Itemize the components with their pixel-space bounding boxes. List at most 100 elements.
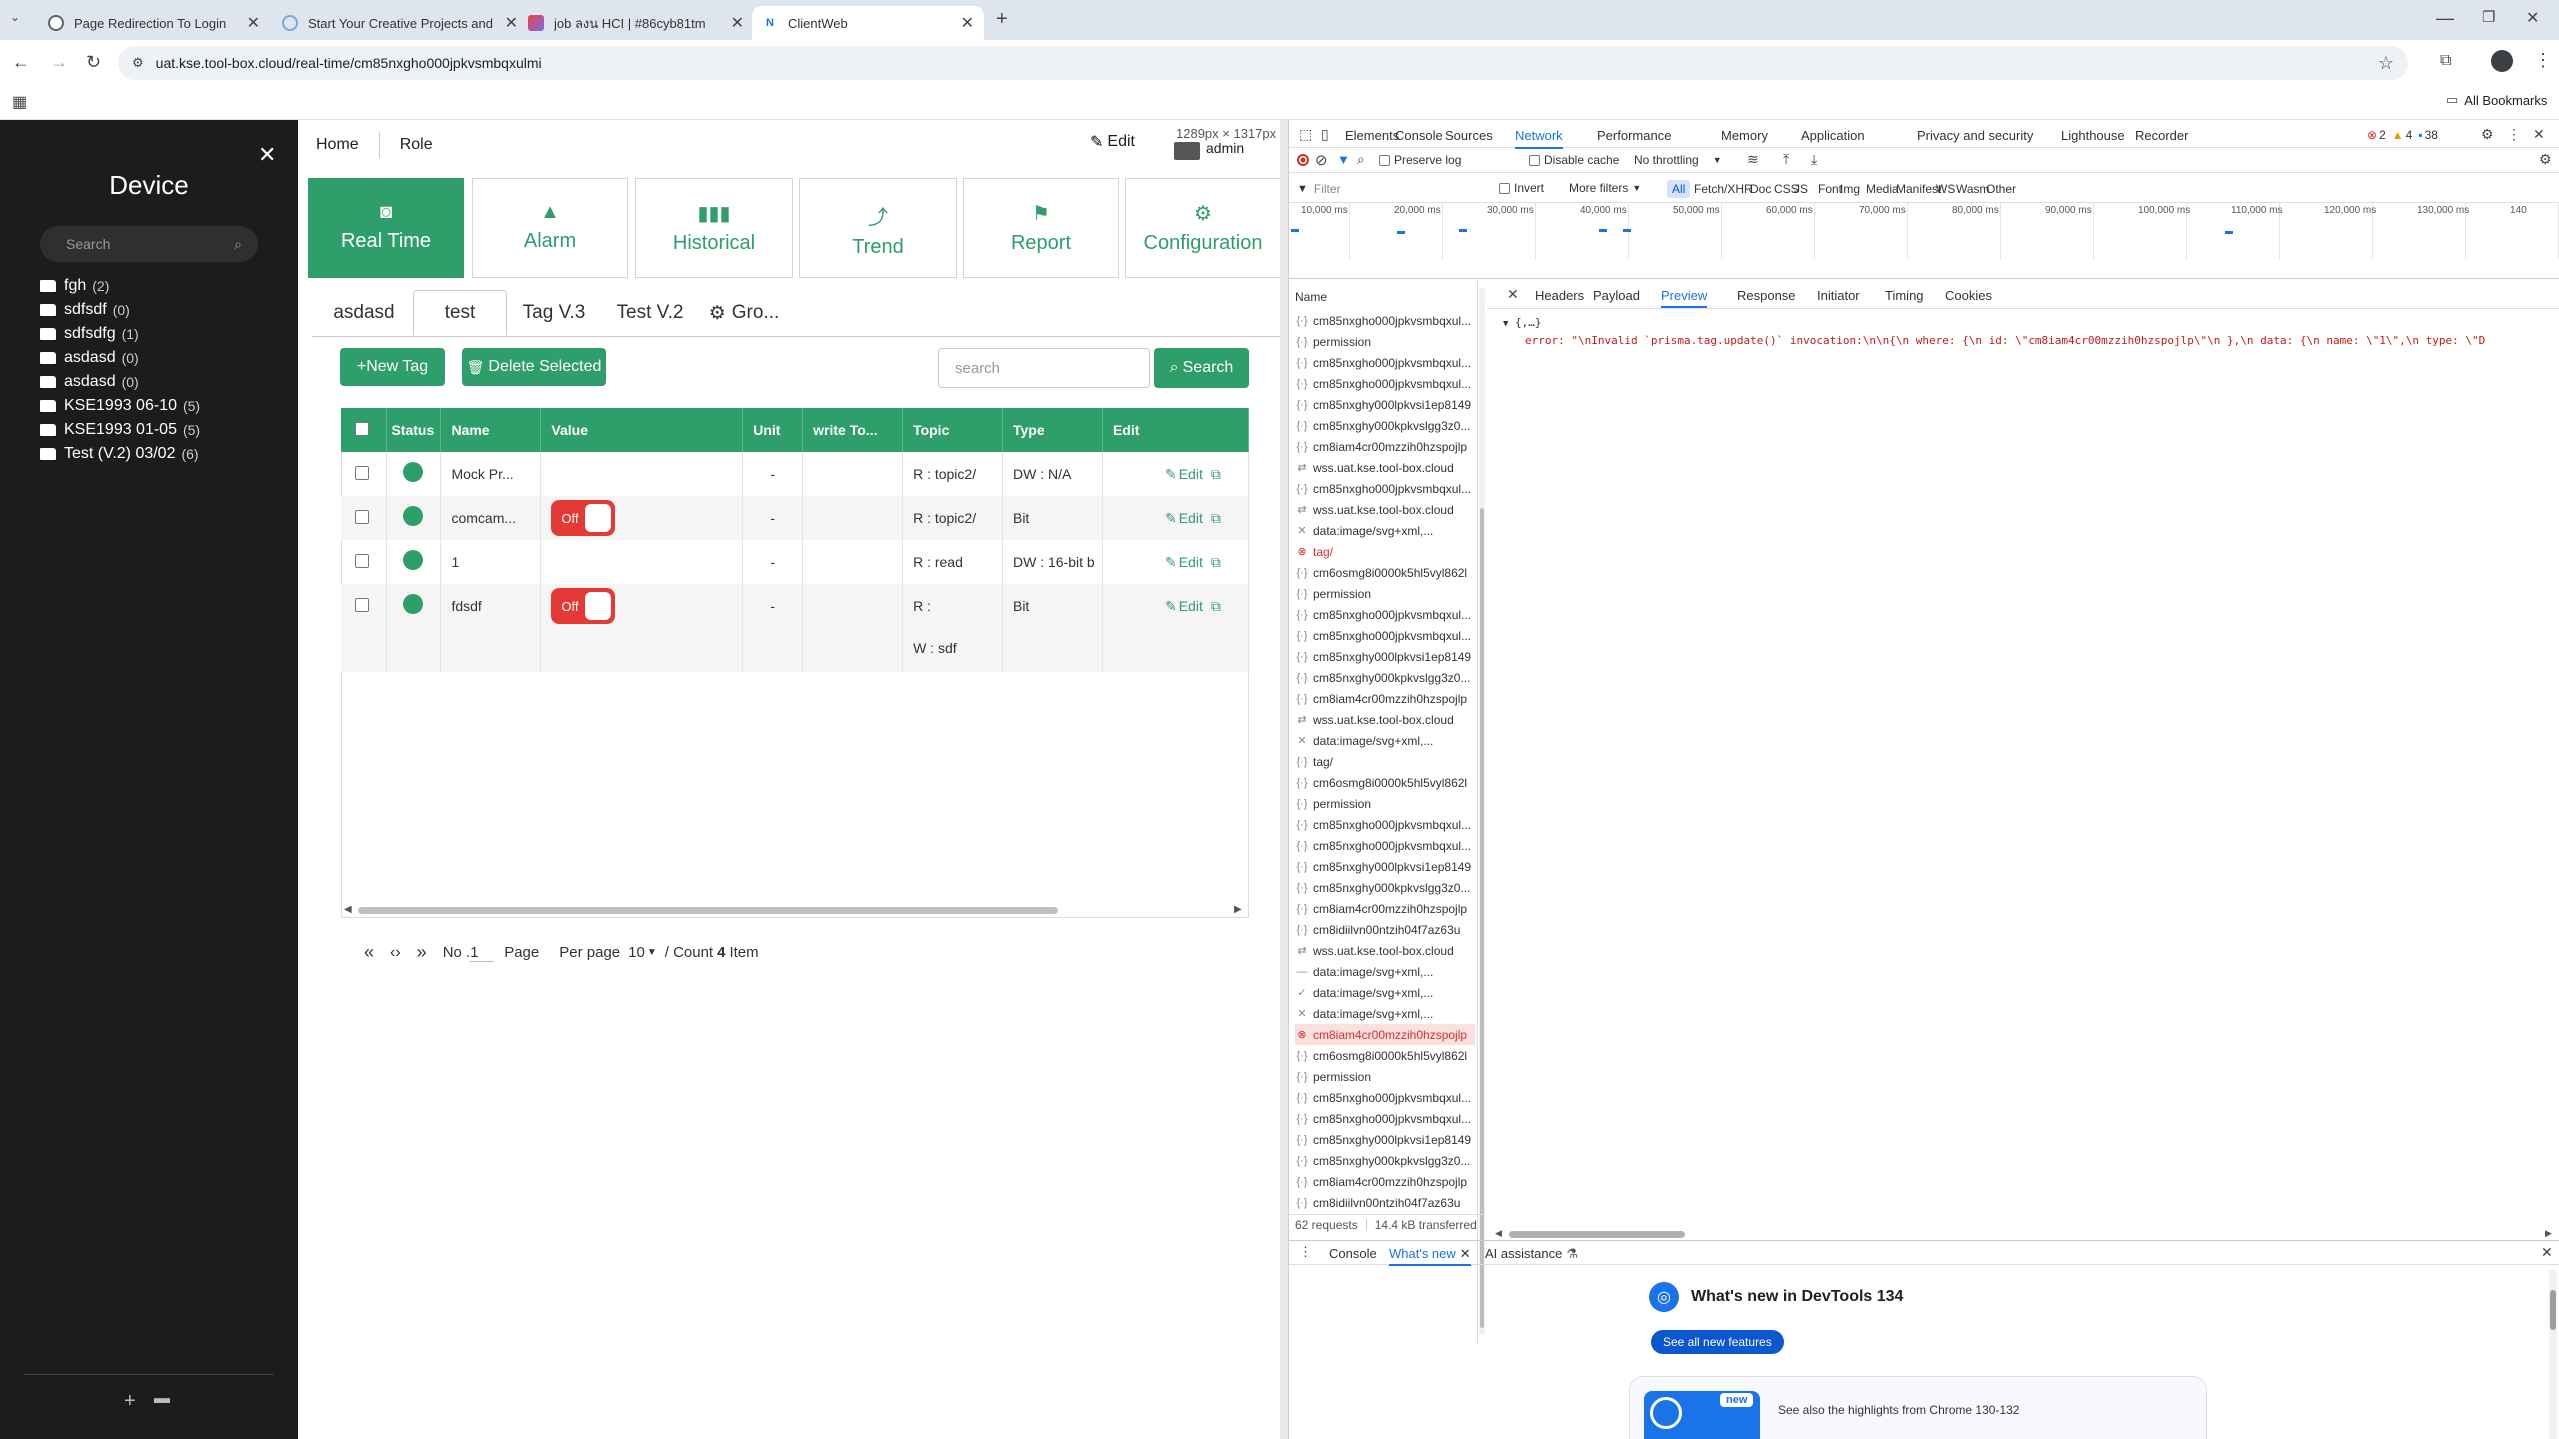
settings-gear-icon[interactable]: ⚙ (2481, 126, 2494, 143)
devtools-tab[interactable]: Memory (1721, 128, 1768, 143)
request-row[interactable]: ⊗ tag/ (1295, 541, 1475, 562)
row-edit-link[interactable]: ✎ Edit (1165, 598, 1203, 614)
browser-tab[interactable]: job ลงน HCI | #86cyb81tm ✕ (518, 6, 754, 40)
request-row[interactable]: {·} cm8iam4cr00mzzih0hzspojlp (1295, 688, 1475, 709)
close-devtools-icon[interactable]: ✕ (2533, 126, 2545, 143)
filter-icon[interactable]: ▼ (1337, 152, 1350, 167)
drawer-tab[interactable]: Console (1329, 1246, 1377, 1261)
network-timeline-overview[interactable]: 10,000 ms 20,000 ms 30,000 ms 40,000 ms 50,0… (1289, 203, 2559, 259)
search-button[interactable]: ⌕ Search (1154, 348, 1249, 388)
invert-checkbox[interactable]: Invert (1499, 181, 1544, 195)
page-scrollbar[interactable] (1280, 120, 1288, 1439)
request-row[interactable]: {·} cm85nxghy000lpkvsi1ep8149 (1295, 1129, 1475, 1150)
preserve-log-checkbox[interactable]: Preserve log (1379, 153, 1461, 167)
request-row[interactable]: {·} permission (1295, 331, 1475, 352)
site-info-icon[interactable]: ⚙ (132, 55, 144, 71)
request-row[interactable]: {·} cm85nxgho000jpkvsmbqxul... (1295, 373, 1475, 394)
extensions-icon[interactable]: ⧉ (2440, 52, 2451, 70)
request-row[interactable]: {·} cm85nxgho000jpkvsmbqxul... (1295, 310, 1475, 331)
devtools-tab[interactable]: Lighthouse (2061, 128, 2125, 143)
request-row[interactable]: ⊗ cm8iam4cr00mzzih0hzspojlp (1295, 1024, 1475, 1045)
value-toggle[interactable]: Off (551, 500, 616, 536)
copy-icon[interactable]: ⧉ (1211, 510, 1221, 526)
request-row[interactable]: {·} cm85nxghy000kpkvslgg3z0... (1295, 877, 1475, 898)
copy-icon[interactable]: ⧉ (1211, 466, 1221, 482)
request-row[interactable]: {·} cm85nxghy000lpkvsi1ep8149 (1295, 646, 1475, 667)
request-row[interactable]: {·} cm6osmg8i0000k5hl5vyl862l (1295, 772, 1475, 793)
new-tab-icon[interactable]: + (996, 8, 1008, 31)
back-icon[interactable]: ← (12, 52, 30, 73)
close-tab-icon[interactable]: ✕ (961, 13, 974, 33)
new-tag-button[interactable]: +New Tag (340, 348, 445, 386)
folder-item[interactable]: asdasd (0) (40, 370, 290, 394)
checkbox[interactable] (1529, 154, 1540, 166)
network-settings-icon[interactable]: ⚙ (2539, 151, 2552, 168)
nav-historical[interactable]: ▮▮▮ Historical (635, 178, 793, 278)
request-row[interactable]: ⇄ wss.uat.kse.tool-box.cloud (1295, 940, 1475, 961)
role-link[interactable]: Role (400, 136, 433, 154)
request-row[interactable]: {·} cm8iam4cr00mzzih0hzspojlp (1295, 1171, 1475, 1192)
detail-tab[interactable]: Response (1737, 288, 1796, 303)
detail-tab[interactable]: Timing (1885, 288, 1924, 303)
scroll-left-icon[interactable]: ◀ (344, 904, 352, 915)
detail-tab[interactable]: Payload (1593, 288, 1640, 303)
tab-search-icon[interactable]: ⌄ (10, 10, 20, 24)
request-row[interactable]: ✓ data:image/svg+xml,... (1295, 982, 1475, 1003)
search-icon[interactable]: ⌕ (1357, 151, 1365, 168)
request-row[interactable]: — data:image/svg+xml,... (1295, 961, 1475, 982)
edit-button[interactable]: ✎ Edit (1090, 132, 1135, 152)
close-sidebar-icon[interactable]: ✕ (258, 142, 276, 168)
device-toolbar-icon[interactable]: ▯ (1321, 126, 1329, 143)
disable-cache-checkbox[interactable]: Disable cache (1529, 153, 1619, 167)
devtools-tab[interactable]: Application (1801, 128, 1865, 143)
close-tab-icon[interactable]: ✕ (731, 13, 744, 33)
scrollbar-thumb[interactable] (358, 907, 1058, 914)
scroll-right-icon[interactable]: ▶ (2545, 1228, 2552, 1239)
request-row[interactable]: {·} cm6osmg8i0000k5hl5vyl862l (1295, 1045, 1475, 1066)
page-number-input[interactable]: 1 (470, 944, 495, 962)
network-filter-input[interactable]: ▼ Filter (1297, 179, 1497, 199)
browser-tab[interactable]: Page Redirection To Login ✕ (38, 6, 270, 40)
subtab-tag-v3[interactable]: Tag V.3 (510, 290, 598, 336)
request-row[interactable]: {·} cm85nxgho000jpkvsmbqxul... (1295, 604, 1475, 625)
request-row[interactable]: {·} cm8iam4cr00mzzih0hzspojlp (1295, 898, 1475, 919)
more-filters-select[interactable]: More filters ▼ (1569, 181, 1641, 195)
drawer-menu-icon[interactable]: ⋮ (1299, 1244, 1312, 1260)
add-icon[interactable]: + (124, 1390, 136, 1413)
folder-item[interactable]: Test (V.2) 03/02 (6) (40, 442, 290, 466)
drawer-tab[interactable]: AI assistance ⚗ (1485, 1246, 1578, 1262)
detail-horizontal-scrollbar[interactable]: ◀ ▶ (1495, 1228, 2555, 1240)
request-row[interactable]: ✕ data:image/svg+xml,... (1295, 1003, 1475, 1024)
request-row[interactable]: ⇄ wss.uat.kse.tool-box.cloud (1295, 499, 1475, 520)
request-row[interactable]: {·} tag/ (1295, 751, 1475, 772)
minimize-icon[interactable]: — (2436, 8, 2454, 29)
issue-counters[interactable]: ⊗ 2 ▲ 4 ▪ 38 (2367, 128, 2438, 142)
filter-type-button[interactable]: JS (1789, 180, 1813, 198)
folder-open-icon[interactable]: ▬ (154, 1390, 170, 1408)
clear-icon[interactable]: ⊘ (1315, 151, 1328, 169)
scrollbar-thumb[interactable] (2550, 1290, 2556, 1330)
scroll-left-icon[interactable]: ◀ (1495, 1228, 1502, 1239)
request-row[interactable]: {·} cm85nxgho000jpkvsmbqxul... (1295, 625, 1475, 646)
scrollbar-thumb[interactable] (1509, 1231, 1685, 1238)
devtools-tab[interactable]: Network (1515, 128, 1563, 149)
copy-icon[interactable]: ⧉ (1211, 554, 1221, 570)
see-all-features-button[interactable]: See all new features (1651, 1330, 1784, 1354)
chrome-menu-icon[interactable]: ⋮ (2534, 50, 2552, 71)
copy-icon[interactable]: ⧉ (1211, 598, 1221, 614)
filter-type-button[interactable]: All (1667, 180, 1691, 198)
close-detail-icon[interactable]: ✕ (1507, 286, 1519, 303)
request-row[interactable]: {·} cm8idiilvn00ntzih04f7az63u (1295, 919, 1475, 940)
folder-item[interactable]: asdasd (0) (40, 346, 290, 370)
request-row[interactable]: ⇄ wss.uat.kse.tool-box.cloud (1295, 457, 1475, 478)
browser-tab[interactable]: Start Your Creative Projects and ✕ (272, 6, 528, 40)
request-row[interactable]: {·} permission (1295, 583, 1475, 604)
nav-real-time[interactable]: ◙ Real Time (308, 178, 464, 278)
close-drawer-icon[interactable]: ✕ (2541, 1244, 2553, 1261)
request-row[interactable]: {·} cm85nxgho000jpkvsmbqxul... (1295, 814, 1475, 835)
nav-configuration[interactable]: ⚙ Configuration (1125, 178, 1281, 278)
nav-alarm[interactable]: ▲ Alarm (472, 178, 628, 278)
request-row[interactable]: {·} cm85nxgho000jpkvsmbqxul... (1295, 478, 1475, 499)
scroll-right-icon[interactable]: ▶ (1234, 904, 1242, 915)
all-bookmarks-button[interactable]: ▭ All Bookmarks (2446, 92, 2547, 108)
